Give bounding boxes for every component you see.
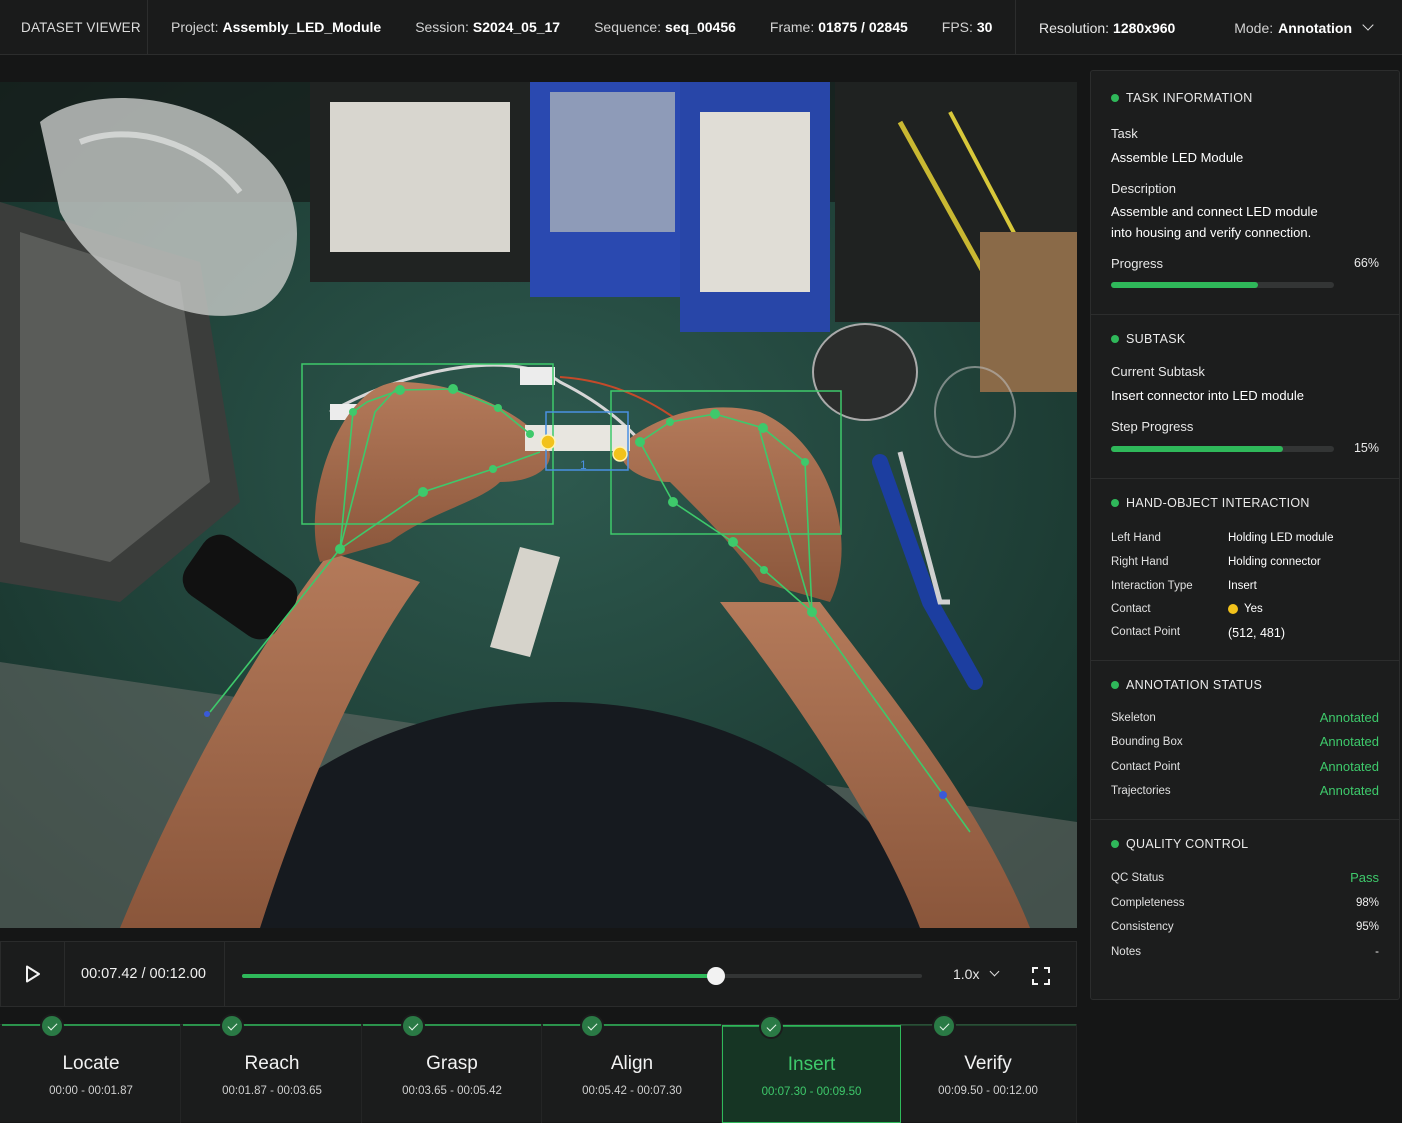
play-icon <box>25 965 40 983</box>
description-line-1: Assemble and connect LED module <box>1111 204 1318 219</box>
step-insert[interactable]: Insert 00:07.30 - 00:09.50 <box>722 1015 901 1123</box>
screw-dish <box>812 323 918 421</box>
contact-point-status: Annotated <box>1319 759 1379 774</box>
check-icon <box>220 1014 244 1038</box>
annotation-status-section: ANNOTATION STATUS Skeleton Annotated Bou… <box>1091 661 1399 820</box>
status-dot-icon <box>1111 840 1119 848</box>
subtask-section: SUBTASK Current Subtask Insert connector… <box>1091 315 1399 479</box>
status-dot-icon <box>1111 681 1119 689</box>
sequence-info: Sequence: seq_00456 <box>594 19 736 35</box>
section-title: QUALITY CONTROL <box>1111 837 1248 851</box>
step-verify[interactable]: Verify 00:09.50 - 00:12.00 <box>900 1014 1077 1123</box>
mode-value: Annotation <box>1278 19 1352 36</box>
step-align[interactable]: Align 00:05.42 - 00:07.30 <box>543 1014 722 1123</box>
video-canvas: 1 <box>0 82 1077 928</box>
section-title: ANNOTATION STATUS <box>1111 678 1262 692</box>
frame-value: 01875 / 02845 <box>818 19 908 35</box>
project-info: Project: Assembly_LED_Module <box>171 19 382 35</box>
step-locate[interactable]: Locate 00:00 - 00:01.87 <box>2 1014 181 1123</box>
qc-status-value: Pass <box>1350 870 1379 885</box>
app-title: DATASET VIEWER <box>0 0 148 55</box>
task-value: Assemble LED Module <box>1111 150 1244 165</box>
contact-point-right[interactable] <box>612 446 628 462</box>
speed-dropdown[interactable]: 1.0x <box>953 966 1000 982</box>
check-icon <box>580 1014 604 1038</box>
status-dot-icon <box>1111 94 1119 102</box>
timeline-scrubber[interactable] <box>242 967 922 985</box>
fps-value: 30 <box>976 19 993 35</box>
progress-percent: 66% <box>1353 256 1379 270</box>
step-progress-percent: 15% <box>1353 441 1379 455</box>
check-icon <box>932 1014 956 1038</box>
completeness-value: 98% <box>1355 897 1379 909</box>
quality-control-section: QUALITY CONTROL QC Status Pass Completen… <box>1111 837 1379 958</box>
resolution-info: Resolution: 1280x960 <box>1039 19 1176 36</box>
cardboard <box>980 232 1077 392</box>
time-display: 00:07.42 / 00:12.00 <box>65 941 225 1007</box>
left-hand-value: Holding LED module <box>1228 532 1334 544</box>
step-progress-bar <box>1111 446 1334 452</box>
status-dot-icon <box>1111 335 1119 343</box>
play-button[interactable] <box>1 941 65 1007</box>
status-dot-icon <box>1111 499 1119 507</box>
session-value: S2024_05_17 <box>472 19 561 35</box>
check-icon <box>401 1014 425 1038</box>
contact-point-value: (512, 481) <box>1228 626 1285 640</box>
fps-info: FPS: 30 <box>941 19 993 35</box>
metadata-right: Resolution: 1280x960 Mode: Annotation <box>1015 0 1402 55</box>
contact-dot-icon <box>1228 604 1238 614</box>
skeleton-status: Annotated <box>1319 710 1379 725</box>
chevron-down-icon <box>990 966 1000 977</box>
step-grasp[interactable]: Grasp 00:03.65 - 00:05.42 <box>363 1014 542 1123</box>
check-icon <box>759 1015 783 1039</box>
mode-dropdown[interactable]: Mode: Annotation <box>1234 19 1374 36</box>
check-icon <box>40 1014 64 1038</box>
section-title: SUBTASK <box>1111 332 1186 346</box>
section-title: HAND-OBJECT INTERACTION <box>1111 496 1310 510</box>
step-reach[interactable]: Reach 00:01.87 - 00:03.65 <box>183 1014 362 1123</box>
timeline-handle[interactable] <box>706 967 725 985</box>
frame-info: Frame: 01875 / 02845 <box>769 19 908 35</box>
connector-object <box>525 425 630 451</box>
consistency-value: 95% <box>1355 921 1379 933</box>
current-subtask-value: Insert connector into LED module <box>1111 388 1304 403</box>
trajectories-status: Annotated <box>1319 783 1379 798</box>
section-title: TASK INFORMATION <box>1111 91 1253 105</box>
top-bar: DATASET VIEWER Project: Assembly_LED_Modu… <box>0 0 1402 55</box>
object-id-label: 1 <box>580 458 587 472</box>
resolution-value: 1280x960 <box>1113 19 1176 36</box>
sequence-value: seq_00456 <box>665 19 736 35</box>
notes-value: - <box>1375 946 1379 958</box>
task-progress-bar <box>1111 282 1334 288</box>
bounding-box-status: Annotated <box>1319 734 1379 749</box>
contact-point-left[interactable] <box>540 434 556 450</box>
speed-value: 1.0x <box>953 966 980 982</box>
task-information-section: TASK INFORMATION Task Assemble LED Modul… <box>1091 71 1399 315</box>
project-value: Assembly_LED_Module <box>222 19 382 35</box>
step-timeline: Locate 00:00 - 00:01.87 Reach 00:01.87 -… <box>0 1014 1077 1123</box>
description-line-2: into housing and verify connection. <box>1111 225 1312 240</box>
video-frame[interactable]: 1 <box>0 82 1077 928</box>
info-sidebar: TASK INFORMATION Task Assemble LED Modul… <box>1090 70 1400 1000</box>
timeline-progress <box>242 974 716 978</box>
interaction-type-value: Insert <box>1228 580 1257 592</box>
hand-object-interaction-section: HAND-OBJECT INTERACTION Left Hand Holdin… <box>1091 479 1399 661</box>
right-hand-value: Holding connector <box>1228 556 1321 568</box>
chevron-down-icon <box>1362 19 1374 31</box>
contact-value: Yes <box>1228 603 1263 615</box>
session-info: Session: S2024_05_17 <box>415 19 561 35</box>
fullscreen-icon[interactable] <box>1031 966 1051 986</box>
metadata-bar: Project: Assembly_LED_Module Session: S202… <box>148 0 1003 55</box>
playback-controls: 00:07.42 / 00:12.00 1.0x <box>0 941 1077 1007</box>
